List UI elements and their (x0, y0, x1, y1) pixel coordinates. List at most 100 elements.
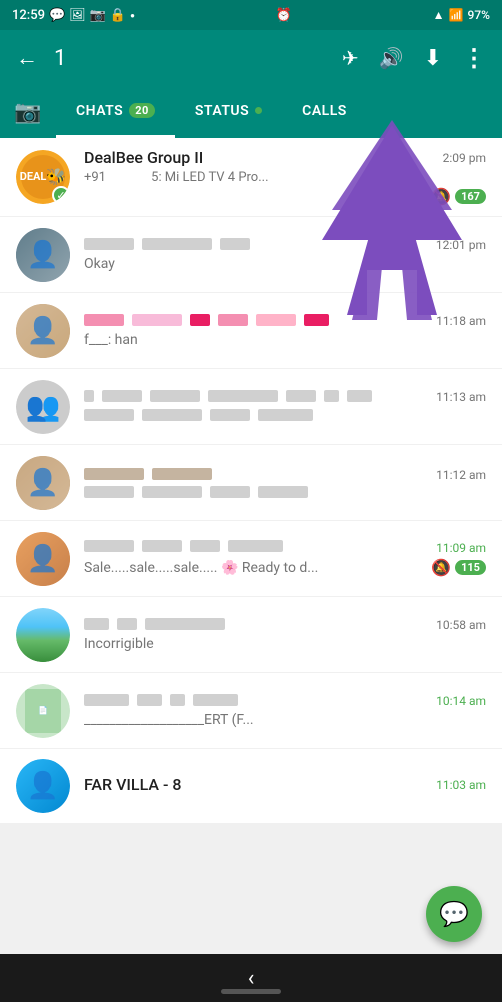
chat-name-blurred (84, 618, 229, 630)
chat-time: 2:09 pm (443, 151, 486, 165)
blur-preview-part (258, 486, 308, 498)
blur-name-part (84, 314, 124, 326)
airplane-mode-icon[interactable]: ✈ (342, 46, 359, 70)
chat-name-blurred (84, 694, 242, 706)
message-icon: 💬 (49, 8, 65, 23)
blur-name-part (220, 238, 250, 250)
chat-content: 12:01 pm Okay (84, 238, 486, 272)
avatar: 👤 (16, 532, 70, 586)
muted-icon: 🔕 (431, 558, 451, 577)
blur-preview-part (210, 409, 250, 421)
blur-name-part (218, 314, 248, 326)
list-item[interactable]: 👤 11:09 am Sale.....sale.....sale..... 🌸… (0, 521, 502, 597)
status-bar-left: 12:59 💬 🖼 📷 🔒 ● (12, 8, 135, 23)
chat-content: 11:09 am Sale.....sale.....sale..... 🌸 R… (84, 540, 486, 577)
chat-header: 11:09 am (84, 540, 486, 555)
battery-text: 97% (468, 8, 490, 22)
blur-name-part (190, 540, 220, 552)
list-item[interactable]: 📄 10:14 am ___________________ERT (F... (0, 673, 502, 749)
blur-name-part (256, 314, 296, 326)
camera-icon: 📷 (14, 100, 41, 125)
mute-button[interactable]: 🔊 (379, 46, 404, 70)
chats-tab[interactable]: CHATS 20 (56, 86, 175, 138)
chat-header: 10:14 am (84, 694, 486, 709)
blur-name-part (102, 390, 142, 402)
chat-preview-row: Incorrigible (84, 636, 486, 652)
blur-name-part (117, 618, 137, 630)
chat-header: 11:13 am (84, 390, 486, 405)
list-item[interactable]: 10:58 am Incorrigible (0, 597, 502, 673)
blur-name-part (84, 540, 134, 552)
list-item[interactable]: 👤 FAR VILLA - 8 11:03 am (0, 749, 502, 824)
blur-preview-part (142, 409, 202, 421)
blur-preview-part (84, 409, 134, 421)
chat-header: FAR VILLA - 8 11:03 am (84, 775, 486, 794)
chat-preview-text: Okay (84, 256, 486, 272)
blur-name-part (228, 540, 283, 552)
chat-content: 10:58 am Incorrigible (84, 618, 486, 652)
calls-tab-label: CALLS (302, 103, 347, 119)
chat-name-blurred (84, 238, 254, 250)
chat-time: 11:03 am (436, 778, 486, 792)
chat-time: 12:01 pm (436, 238, 486, 252)
chat-time: 11:12 am (436, 468, 486, 482)
chat-preview-text: Sale.....sale.....sale..... 🌸 Ready to d… (84, 560, 431, 576)
archive-button[interactable]: ⬇ (424, 46, 442, 71)
list-item[interactable]: 👥 11:13 am (0, 369, 502, 445)
camera-tab-button[interactable]: 📷 (0, 86, 56, 138)
vpn-icon: 🔒 (110, 8, 126, 23)
chat-preview-text: Incorrigible (84, 636, 486, 652)
chat-time: 11:18 am (436, 314, 486, 328)
blur-name-part (208, 390, 278, 402)
chat-preview-row (84, 486, 486, 498)
chat-preview-row: nboa... (84, 408, 486, 424)
more-options-button[interactable]: ⋮ (462, 44, 486, 72)
selection-count: 1 (54, 46, 326, 71)
blur-name-part (145, 618, 225, 630)
dot-indicator: ● (130, 11, 135, 20)
app-bar: ← 1 ✈ 🔊 ⬇ ⋮ (0, 30, 502, 86)
tab-bar: 📷 CHATS 20 STATUS CALLS (0, 86, 502, 138)
chat-name: FAR VILLA - 8 (84, 775, 181, 794)
system-back-button[interactable]: ‹ (248, 966, 255, 991)
chat-preview-row: f___: han (84, 332, 486, 348)
chats-unread-badge: 20 (129, 103, 155, 118)
blur-name-part (84, 694, 129, 706)
chat-content: 11:13 am nboa... (84, 390, 486, 424)
back-button[interactable]: ← (16, 45, 38, 71)
calls-tab[interactable]: CALLS (282, 86, 367, 138)
blur-name-part (286, 390, 316, 402)
list-item[interactable]: 👤 12:01 pm Okay (0, 217, 502, 293)
list-item[interactable]: DEAL🐝 ✓ DealBee Group II 2:09 pm +91 5: … (0, 138, 502, 217)
chat-phone: +91 5: Mi LED TV 4 Pro... (84, 170, 486, 185)
chat-preview-icons: 🔕 115 (431, 558, 486, 577)
chat-time: 10:58 am (436, 618, 486, 632)
blur-name-part (152, 468, 212, 480)
blur-name-part (132, 314, 182, 326)
chat-preview-text: ___________________ERT (F... (84, 712, 486, 728)
chat-header: 10:58 am (84, 618, 486, 633)
chat-content: 10:14 am ___________________ERT (F... (84, 694, 486, 728)
blur-name-part (84, 468, 144, 480)
blur-preview-part (258, 409, 313, 421)
blur-name-part (84, 390, 94, 402)
blur-name-part (137, 694, 162, 706)
chats-tab-label: CHATS (76, 103, 123, 119)
chat-header: DealBee Group II 2:09 pm (84, 148, 486, 167)
chat-content: FAR VILLA - 8 11:03 am (84, 775, 486, 797)
new-chat-fab-button[interactable]: 💬 (426, 886, 482, 942)
chat-preview-row: 🔕 167 (84, 187, 486, 206)
list-item[interactable]: 👤 11:18 am f___: han (0, 293, 502, 369)
wifi-icon: ▲ (433, 8, 445, 22)
avatar: 👥 (16, 380, 70, 434)
avatar: DEAL🐝 ✓ (16, 150, 70, 204)
blur-name-part (324, 390, 339, 402)
chat-header: 11:18 am (84, 314, 486, 329)
list-item[interactable]: 👤 11:12 am (0, 445, 502, 521)
instagram-icon: 📷 (90, 8, 106, 23)
status-tab[interactable]: STATUS (175, 86, 282, 138)
blur-name-part (304, 314, 329, 326)
status-time: 12:59 (12, 8, 45, 23)
blur-name-part (84, 238, 134, 250)
chat-content: DealBee Group II 2:09 pm +91 5: Mi LED T… (84, 148, 486, 206)
